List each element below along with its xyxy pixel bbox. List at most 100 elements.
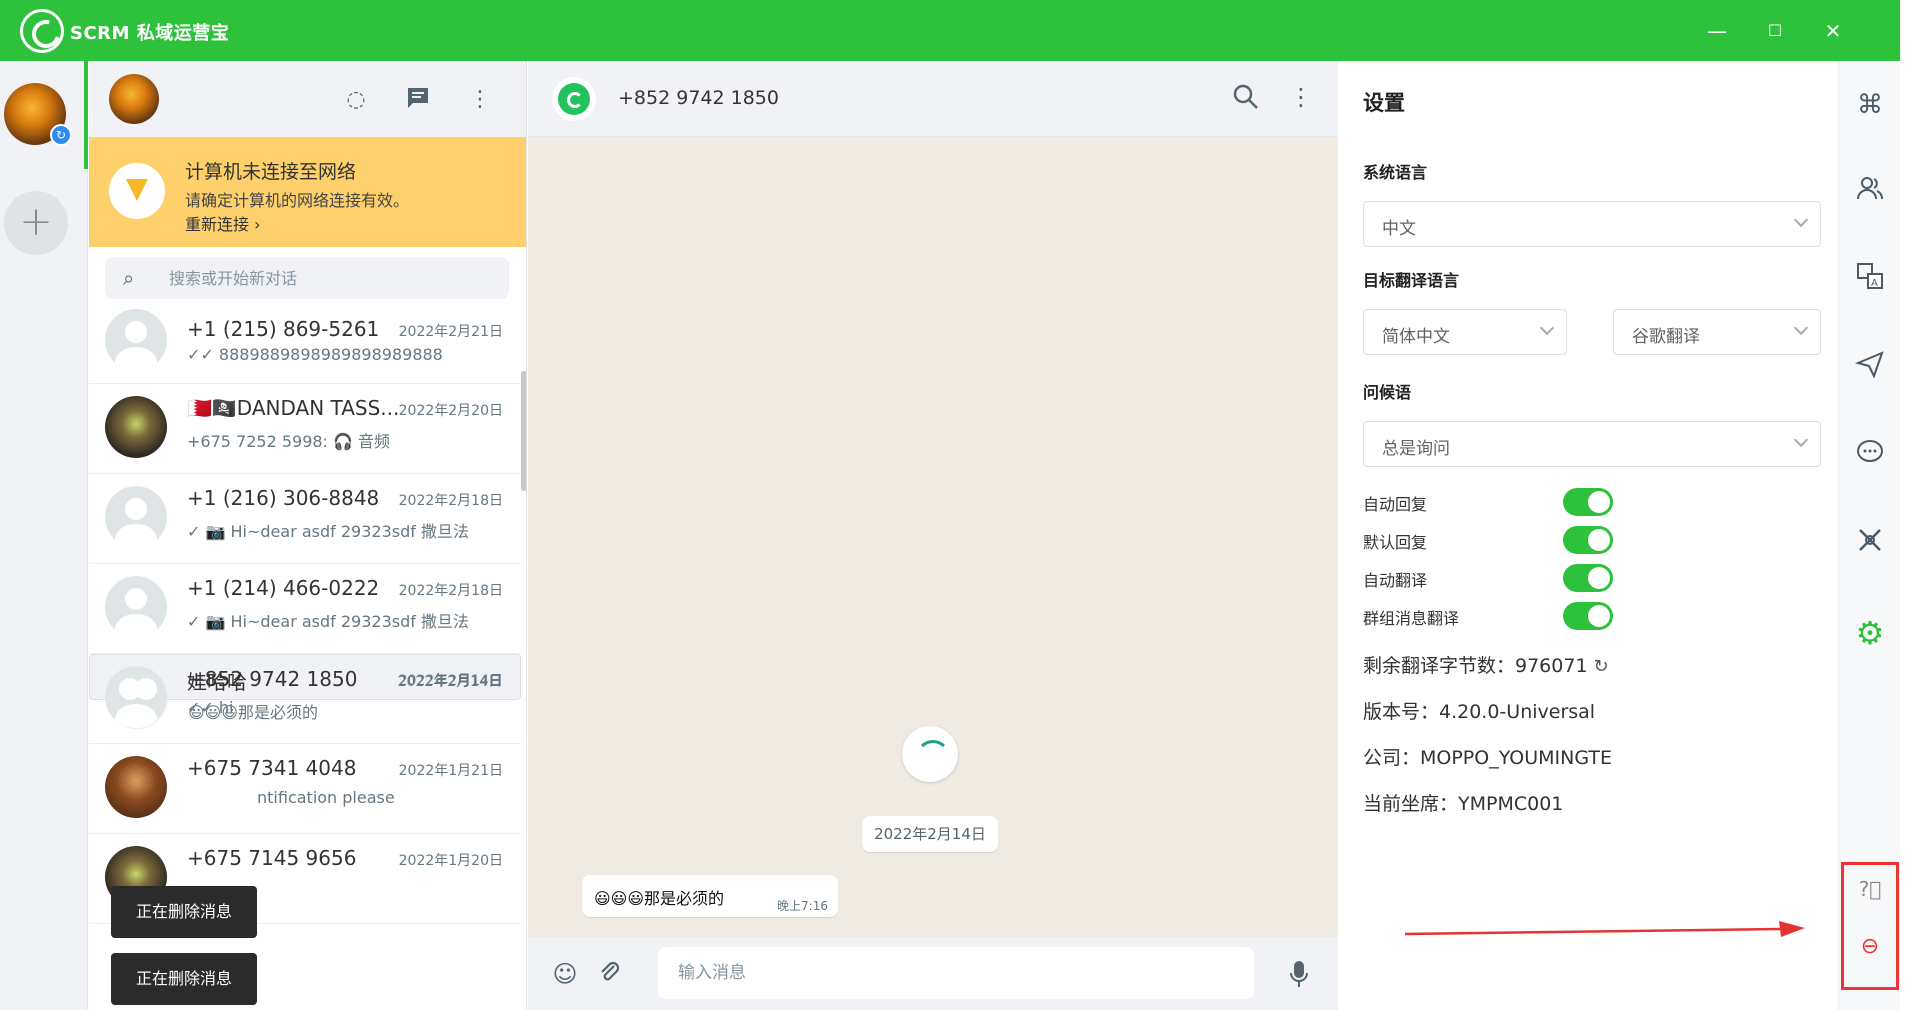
chat-date: 2022年1月20日 <box>398 853 503 869</box>
message-time: 晚上7:16 <box>777 899 828 913</box>
menu-icon[interactable]: ⋮ <box>465 85 495 115</box>
toggle-label: 群组消息翻译 <box>1363 609 1460 628</box>
account-rail: ↻ + <box>0 61 88 1010</box>
chat-item[interactable]: 娃哈哈 2022年2月14日 ✓✓ hi <box>89 654 521 744</box>
sync-badge-icon: ↻ <box>50 124 72 146</box>
conversation-title[interactable]: +852 9742 1850 <box>618 87 779 109</box>
add-account-button[interactable]: + <box>4 191 68 255</box>
microphone-icon[interactable] <box>1284 959 1314 989</box>
chat-date: 2022年1月21日 <box>398 763 503 779</box>
search-icon[interactable] <box>1232 83 1264 115</box>
auto-reply-switch[interactable] <box>1563 488 1613 516</box>
target-language-label: 目标翻译语言 <box>1363 271 1460 290</box>
close-button[interactable]: ✕ <box>1818 16 1848 46</box>
chat-item[interactable]: 🇧🇭🏴‍☠️DANDAN TASS... 2022年2月20日 +675 725… <box>89 384 521 474</box>
chat-date: 2022年2月18日 <box>398 493 503 509</box>
contact-avatar <box>105 396 167 458</box>
app-logo-icon <box>20 9 64 53</box>
highlight-box <box>1841 862 1899 990</box>
chat-preview: ✓ 📷 Hi~dear asdf 29323sdf 撒旦法 <box>187 612 469 631</box>
reconnect-link[interactable]: 重新连接 › <box>185 211 261 235</box>
date-chip: 2022年2月14日 <box>862 816 998 852</box>
network-warning-banner: 计算机未连接至网络 请确定计算机的网络连接有效。 重新连接 › <box>89 137 526 247</box>
menu-icon[interactable]: ⋮ <box>1286 83 1316 115</box>
maximize-button[interactable]: ☐ <box>1760 16 1790 46</box>
chat-list: +1 (215) 869-5261 2022年2月21日 ✓✓ 88898898… <box>89 309 521 924</box>
select-value: 谷歌翻译 <box>1632 327 1700 347</box>
remaining-bytes-text: 剩余翻译字节数：976071 <box>1363 655 1588 677</box>
search-box: ⌕ <box>105 257 509 299</box>
select-value: 中文 <box>1382 219 1416 239</box>
version-text: 版本号：4.20.0-Universal <box>1363 701 1596 723</box>
message-bubble-icon[interactable] <box>1850 437 1890 477</box>
apps-grid-icon[interactable]: ⌘ <box>1850 85 1890 125</box>
chat-date: 2022年2月14日 <box>398 673 503 689</box>
chat-name: +675 7145 9656 <box>187 846 357 870</box>
chat-date: 2022年2月20日 <box>398 403 503 419</box>
chat-item[interactable]: +675 7341 4048 2022年1月21日 ntification pl… <box>89 744 521 834</box>
target-language-select[interactable]: 简体中文 <box>1363 309 1567 355</box>
chat-name: 🇧🇭🏴‍☠️DANDAN TASS... <box>187 396 400 420</box>
new-chat-icon[interactable] <box>403 85 433 115</box>
greeting-select[interactable]: 总是询问 <box>1363 421 1821 467</box>
toggle-label: 自动翻译 <box>1363 571 1428 590</box>
status-refresh-icon[interactable]: ◌ <box>341 85 371 115</box>
message-bubble[interactable]: 😃😃😃那是必须的 晚上7:16 <box>582 875 838 917</box>
settings-title: 设置 <box>1363 91 1405 115</box>
deleting-toast: 正在删除消息 <box>111 886 257 938</box>
app-window: SCRM 私域运营宝 — ☐ ✕ ↻ + ◌ ⋮ 计算机未连接至网络 请确定计算… <box>0 0 1911 1010</box>
contacts-icon[interactable] <box>1850 173 1890 213</box>
auto-translate-switch[interactable] <box>1563 564 1613 592</box>
emoji-icon[interactable]: ☺ <box>550 959 580 989</box>
chat-item[interactable]: +1 (214) 466-0222 2022年2月18日 ✓ 📷 Hi~dear… <box>89 564 521 654</box>
system-language-select[interactable]: 中文 <box>1363 201 1821 247</box>
composer: ☺ <box>528 937 1338 1010</box>
chevron-down-icon <box>1539 320 1555 336</box>
chat-preview: ntification please <box>257 788 395 807</box>
search-input[interactable] <box>169 263 489 293</box>
group-translate-switch[interactable] <box>1563 602 1613 630</box>
contact-avatar-icon <box>105 486 167 548</box>
attach-icon[interactable] <box>594 959 624 989</box>
deleting-toast: 正在删除消息 <box>111 953 257 1005</box>
chevron-down-icon <box>1793 212 1809 228</box>
toggle-label: 默认回复 <box>1363 533 1428 552</box>
annotation-arrow-icon <box>1405 921 1805 937</box>
translate-icon[interactable]: A <box>1850 261 1890 301</box>
chat-item[interactable]: +1 (215) 869-5261 2022年2月21日 ✓✓ 88898898… <box>89 309 521 384</box>
chat-list-panel: ◌ ⋮ 计算机未连接至网络 请确定计算机的网络连接有效。 重新连接 › ⌕ +1… <box>89 61 527 1010</box>
chat-date: 2022年2月18日 <box>398 583 503 599</box>
default-reply-switch[interactable] <box>1563 526 1613 554</box>
contact-avatar <box>105 756 167 818</box>
chevron-down-icon <box>1793 320 1809 336</box>
warning-icon <box>109 163 165 219</box>
translator-select[interactable]: 谷歌翻译 <box>1613 309 1821 355</box>
search-icon: ⌕ <box>123 266 135 290</box>
refresh-icon[interactable]: ↻ <box>1594 656 1609 677</box>
default-reply-row: 默认回复 <box>1363 524 1633 554</box>
toggle-label: 自动回复 <box>1363 495 1428 514</box>
chat-preview: ✓✓ 8889889898989898989888 <box>187 345 443 364</box>
message-input[interactable] <box>658 947 1254 999</box>
minimize-button[interactable]: — <box>1702 16 1732 46</box>
settings-gear-icon[interactable]: ⚙ <box>1850 613 1890 653</box>
message-text: 😃😃😃那是必须的 <box>594 889 725 908</box>
group-translate-row: 群组消息翻译 <box>1363 600 1633 630</box>
remaining-bytes: 剩余翻译字节数：976071 ↻ <box>1363 651 1609 678</box>
group-avatar-icon <box>105 666 167 728</box>
send-icon[interactable] <box>1850 349 1890 389</box>
title-bar: SCRM 私域运营宝 — ☐ ✕ <box>0 0 1900 61</box>
chat-name: +1 (216) 306-8848 <box>187 486 380 510</box>
contact-avatar-icon <box>105 576 167 638</box>
chat-item[interactable]: +1 (216) 306-8848 2022年2月18日 ✓ 📷 Hi~dear… <box>89 474 521 564</box>
chat-preview: +675 7252 5998: 🎧 音频 <box>187 432 391 451</box>
active-account-indicator <box>84 61 88 169</box>
tools-icon[interactable] <box>1850 525 1890 565</box>
loading-spinner-icon <box>902 726 958 782</box>
contact-avatar-icon <box>105 309 167 371</box>
chat-list-scrollbar[interactable] <box>521 371 526 491</box>
profile-avatar[interactable] <box>109 74 159 124</box>
whatsapp-avatar-icon[interactable] <box>552 77 596 121</box>
app-title: SCRM 私域运营宝 <box>70 23 230 44</box>
chat-preview: ✓✓ hi <box>187 698 234 717</box>
